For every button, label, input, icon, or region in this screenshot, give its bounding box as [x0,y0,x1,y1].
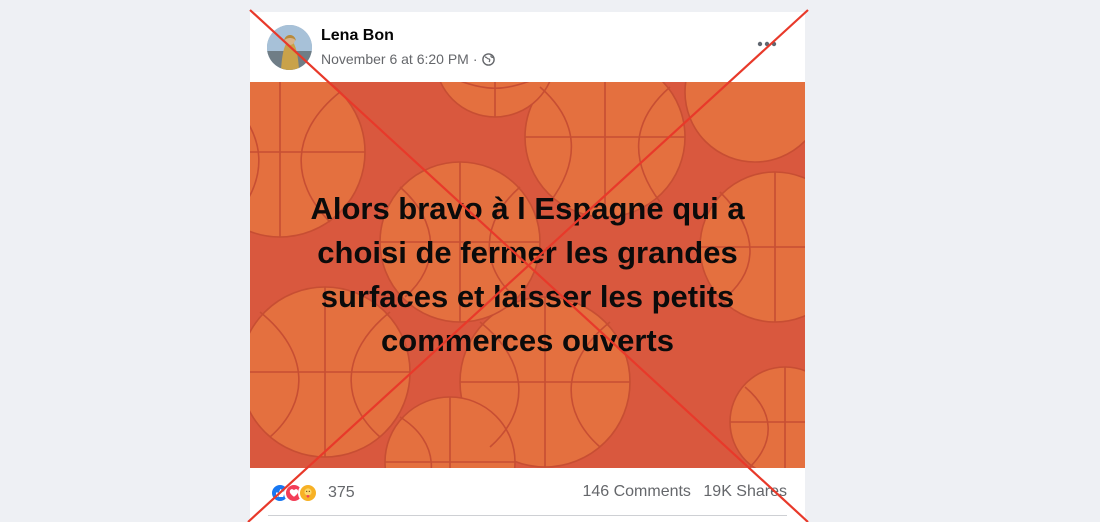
post-timestamp[interactable]: November 6 at 6:20 PM [321,51,469,67]
care-icon [298,483,318,503]
post-text-line: Alors bravo à l Espagne qui a [310,191,745,226]
reaction-count[interactable]: 375 [328,484,355,502]
author-avatar[interactable] [267,25,312,70]
facebook-post-card: Lena Bon November 6 at 6:20 PM · Alors b… [250,12,805,522]
more-icon [757,41,777,47]
post-image[interactable]: Alors bravo à l Espagne qui a choisi de … [250,82,805,468]
globe-icon[interactable] [481,52,495,66]
reactions-summary[interactable]: 375 [270,482,355,504]
author-name[interactable]: Lena Bon [321,27,394,45]
more-options-button[interactable] [753,34,781,54]
shares-count-link[interactable]: 19K Shares [703,483,787,500]
post-image-text: Alors bravo à l Espagne qui a choisi de … [270,187,785,363]
engagement-stats: 146 Comments 19K Shares [582,483,787,501]
post-footer: 375 146 Comments 19K Shares [250,468,805,522]
post-meta: November 6 at 6:20 PM · [321,51,495,67]
footer-divider [268,515,787,516]
post-text-line: commerces ouverts [381,323,674,358]
post-header: Lena Bon November 6 at 6:20 PM · [250,12,805,82]
comments-count-link[interactable]: 146 Comments [582,483,691,500]
post-text-line: choisi de fermer les grandes [317,235,738,270]
post-text-line: surfaces et laisser les petits [320,279,735,314]
meta-separator: · [472,51,478,67]
